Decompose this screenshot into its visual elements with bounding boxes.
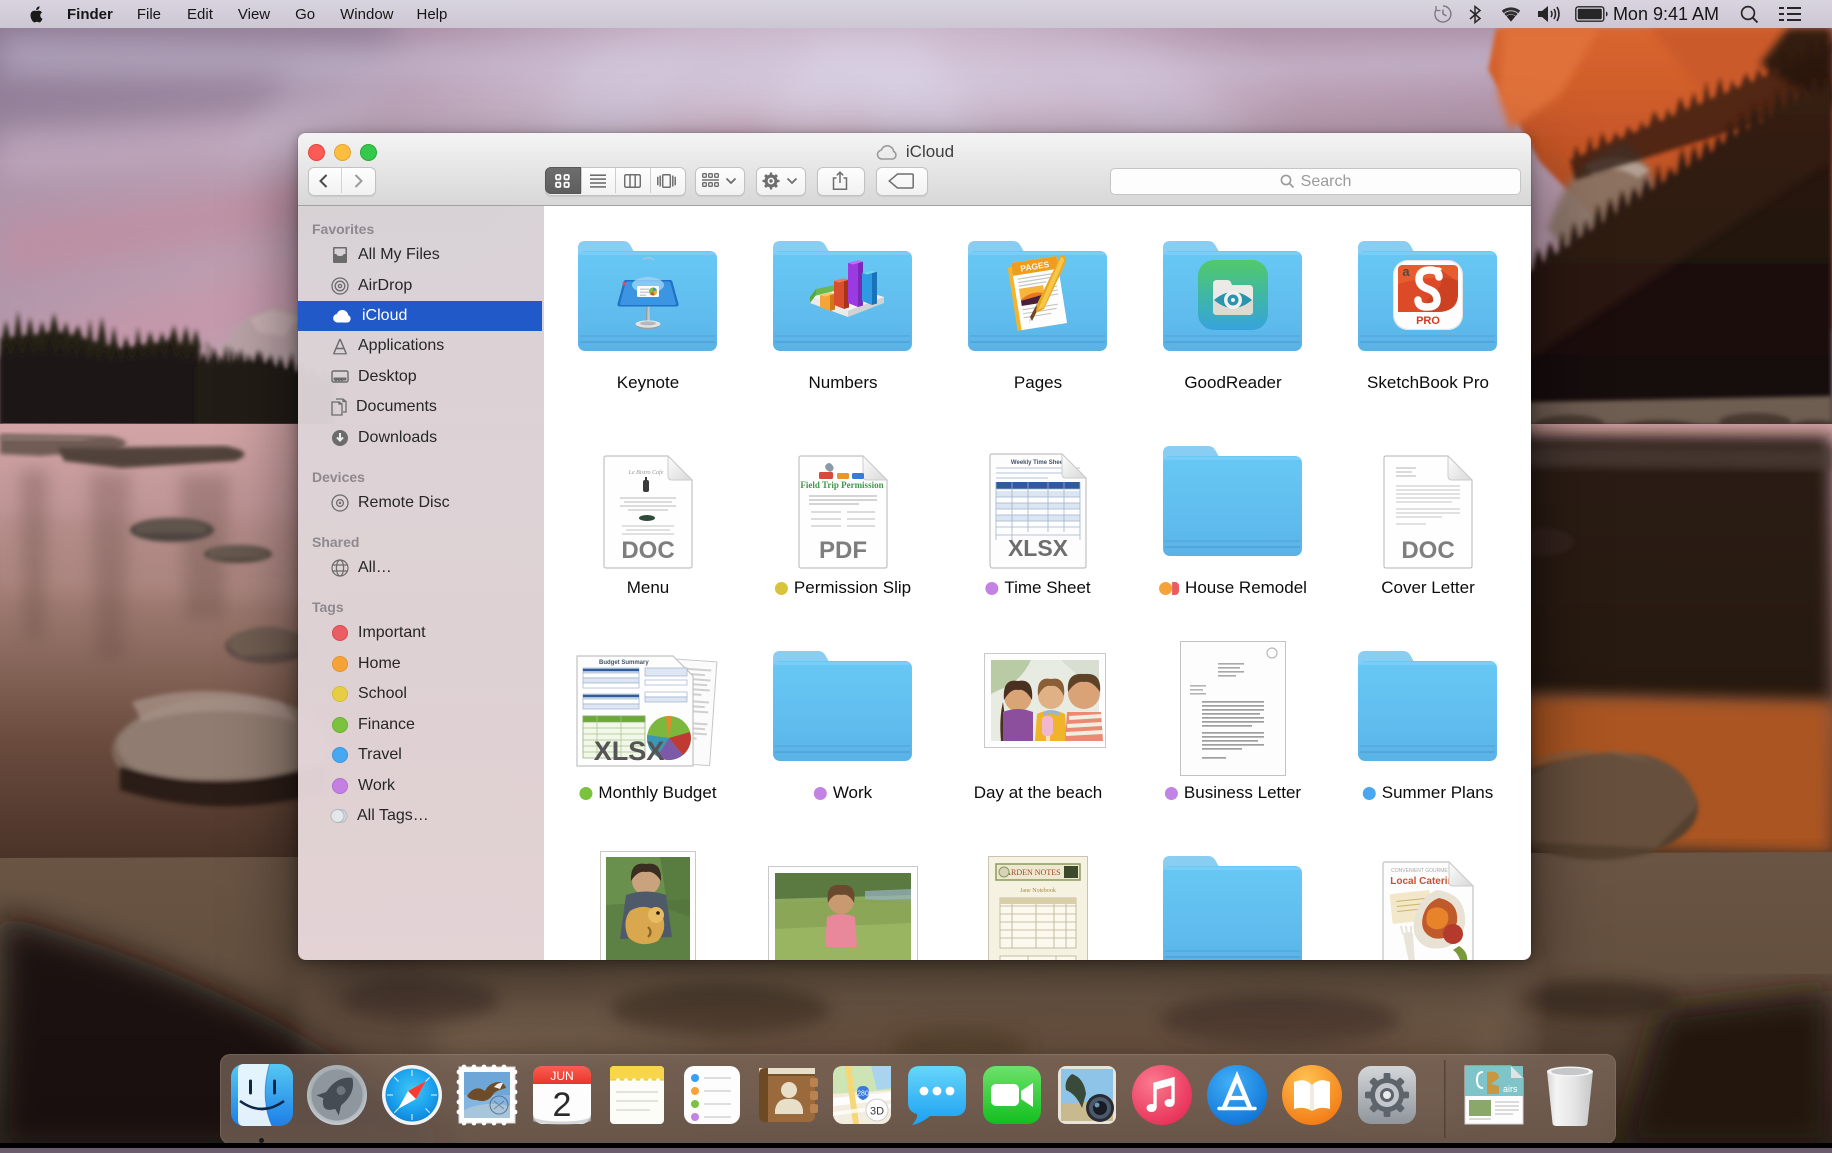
svg-text:Le Bistro Cafe: Le Bistro Cafe — [628, 469, 664, 476]
svg-text:XLSX: XLSX — [594, 736, 665, 766]
svg-text:JUN: JUN — [550, 1069, 573, 1083]
svg-text:3D: 3D — [870, 1106, 884, 1118]
svg-text:DOC: DOC — [621, 537, 674, 564]
svg-text:DOC: DOC — [1401, 537, 1454, 564]
svg-text:XLSX: XLSX — [1008, 535, 1069, 561]
svg-text:airs: airs — [1503, 1084, 1518, 1094]
svg-text:Jane Notebook: Jane Notebook — [1020, 888, 1056, 894]
svg-text:2: 2 — [553, 1086, 572, 1124]
svg-text:CONVENIENT GOURMET: CONVENIENT GOURMET — [1391, 868, 1451, 874]
svg-text:a: a — [1402, 264, 1410, 279]
svg-text:Weekly Time Sheet: Weekly Time Sheet — [1011, 460, 1065, 466]
svg-text:Budget Summary: Budget Summary — [599, 660, 649, 666]
svg-text:Field Trip Permission: Field Trip Permission — [800, 480, 883, 490]
svg-text:PDF: PDF — [819, 537, 867, 564]
svg-text:PRO: PRO — [1416, 315, 1440, 327]
svg-text:280: 280 — [857, 1091, 869, 1098]
